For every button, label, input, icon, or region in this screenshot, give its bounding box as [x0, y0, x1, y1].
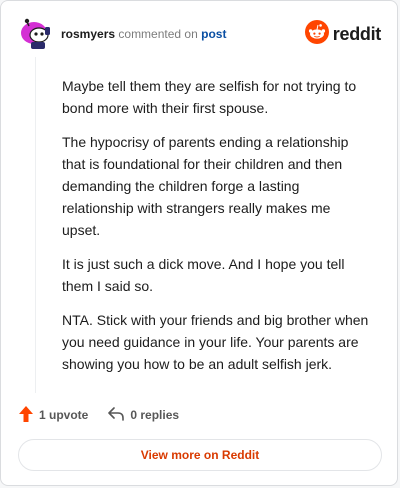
view-more-button[interactable]: View more on Reddit [18, 439, 382, 471]
comment-body: Maybe tell them they are selfish for not… [62, 75, 370, 387]
reply-arrow-icon [108, 406, 130, 424]
comment-paragraph: NTA. Stick with your friends and big bro… [62, 312, 369, 372]
comment-paragraph: It is just such a dick move. And I hope … [62, 256, 345, 294]
thread-line [35, 57, 36, 393]
reply-count: 0 replies [130, 408, 180, 422]
replies-button[interactable]: 0 replies [108, 406, 180, 424]
upvote-arrow-icon [19, 405, 39, 425]
upvote-count: 1 upvote [39, 408, 89, 422]
upvote-button[interactable]: 1 upvote [19, 405, 89, 425]
reddit-brand[interactable]: reddit [304, 19, 382, 49]
comment-paragraph: The hypocrisy of parents ending a relati… [62, 134, 349, 238]
snoo-avatar-icon[interactable] [19, 17, 53, 51]
comment-actions: 1 upvote 0 replies [19, 403, 199, 427]
comment-meta: rosmyers commented on post [61, 27, 226, 41]
action-text: commented on [118, 27, 198, 41]
comment-header: rosmyers commented on post reddit [19, 17, 381, 51]
comment-paragraph: Maybe tell them they are selfish for not… [62, 78, 357, 116]
username-link[interactable]: rosmyers [61, 27, 115, 41]
reddit-wordmark: reddit [332, 23, 382, 44]
embedded-comment-card: rosmyers commented on post reddit Maybe … [0, 0, 398, 486]
post-link[interactable]: post [201, 27, 226, 41]
reddit-logo-icon [304, 19, 329, 49]
